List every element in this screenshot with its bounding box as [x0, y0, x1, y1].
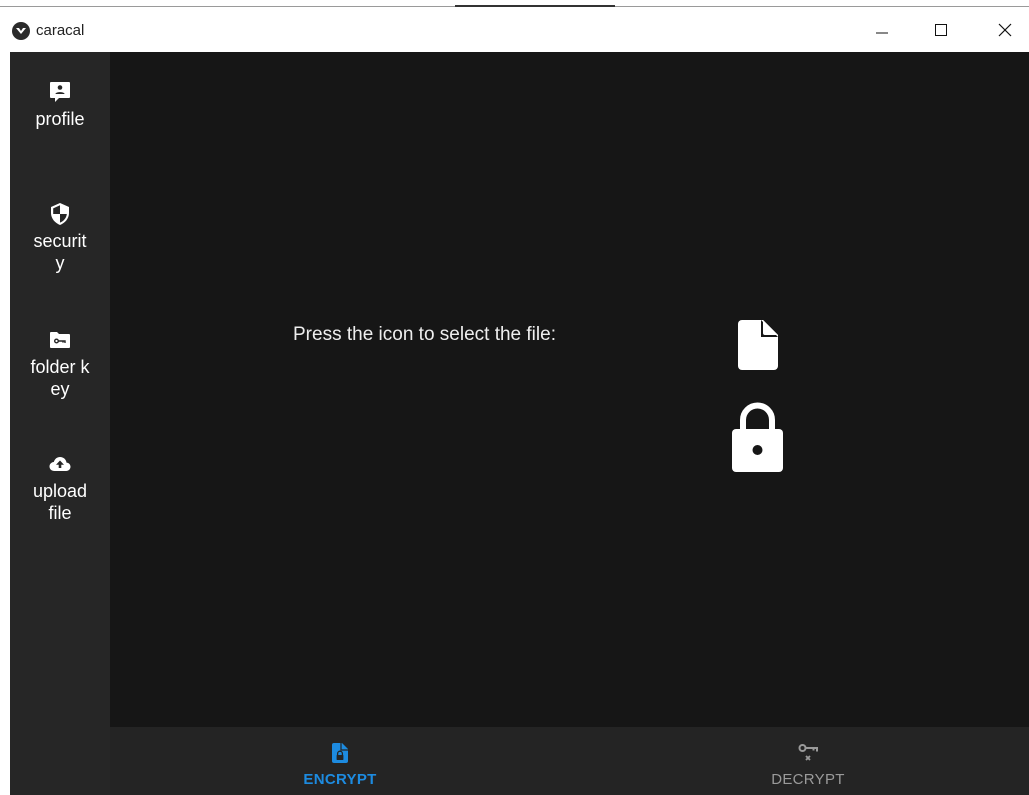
tab-label: DECRYPT — [771, 771, 845, 788]
app-window: caracal profile security folder key uplo… — [0, 0, 1029, 795]
title-bar[interactable]: caracal — [0, 8, 1029, 52]
file-icon[interactable] — [738, 320, 778, 370]
key-remove-icon — [798, 744, 818, 761]
tab-decrypt[interactable]: DECRYPT — [708, 727, 908, 795]
maximize-icon — [935, 24, 947, 36]
sidebar-item-label: upload file — [32, 481, 88, 523]
folder-key-icon — [50, 332, 70, 348]
account-box-icon — [50, 82, 70, 102]
tab-label: ENCRYPT — [303, 771, 377, 788]
minimize-icon — [876, 32, 888, 34]
main-content: Press the icon to select the file: — [110, 52, 1029, 727]
minimize-button[interactable] — [859, 8, 905, 52]
file-lock-icon — [332, 743, 348, 763]
window-title: caracal — [36, 22, 85, 39]
maximize-button[interactable] — [918, 8, 964, 52]
app-logo-icon — [12, 22, 30, 40]
shield-icon — [51, 203, 69, 225]
sidebar-item-profile[interactable]: profile — [10, 80, 110, 130]
sidebar-item-label: profile — [35, 109, 85, 129]
bottom-navigation: ENCRYPT DECRYPT — [110, 727, 1029, 795]
tab-encrypt[interactable]: ENCRYPT — [240, 727, 440, 795]
cloud-upload-icon — [49, 457, 71, 471]
sidebar-item-security[interactable]: security — [10, 202, 110, 274]
sidebar-item-label: folder key — [30, 357, 90, 399]
sidebar: profile security folder key upload file — [10, 52, 110, 795]
lock-icon[interactable] — [730, 402, 785, 472]
sidebar-item-label: security — [33, 231, 87, 273]
select-file-prompt: Press the icon to select the file: — [293, 324, 556, 345]
desktop-edge — [0, 0, 1029, 8]
close-icon — [998, 23, 1012, 37]
close-button[interactable] — [982, 8, 1028, 52]
sidebar-item-upload-file[interactable]: upload file — [10, 452, 110, 524]
sidebar-item-folder-key[interactable]: folder key — [10, 328, 110, 400]
